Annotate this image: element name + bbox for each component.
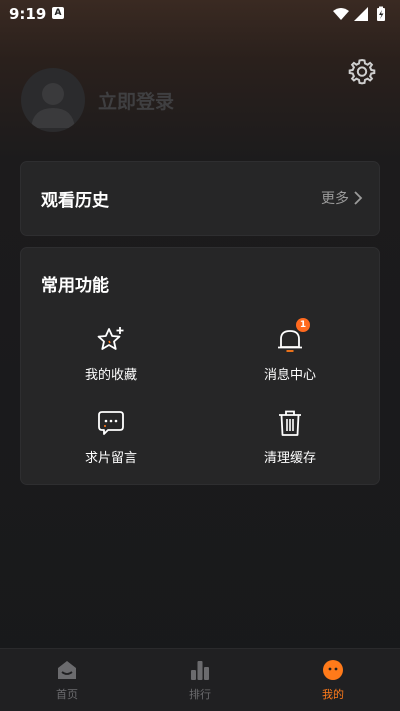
message-center-button[interactable]: 1 消息中心 — [230, 318, 350, 383]
bottom-nav: 首页 排行 我的 — [0, 648, 400, 711]
message-center-label: 消息中心 — [263, 368, 316, 383]
wifi-icon — [333, 8, 349, 20]
chat-bubble-icon — [95, 407, 127, 439]
profile-face-icon — [322, 659, 344, 681]
chevron-right-icon — [354, 191, 363, 205]
nav-home-label: 首页 — [56, 688, 78, 701]
nav-ranking-label: 排行 — [189, 688, 211, 701]
more-label: 更多 — [321, 191, 349, 207]
settings-gear-icon[interactable] — [348, 57, 376, 85]
star-plus-icon — [95, 324, 127, 356]
trash-icon — [274, 407, 306, 439]
login-link[interactable]: 立即登录 — [98, 87, 174, 114]
nav-home[interactable]: 首页 — [0, 659, 134, 702]
request-message-label: 求片留言 — [84, 451, 137, 466]
status-bar: 9:19 A — [0, 0, 400, 28]
battery-icon — [377, 6, 385, 21]
message-badge: 1 — [296, 318, 310, 332]
avatar[interactable] — [21, 68, 85, 132]
bar-chart-icon — [189, 659, 211, 681]
watch-history-card[interactable]: 观看历史 更多 — [20, 161, 380, 236]
nav-mine[interactable]: 我的 — [266, 659, 400, 702]
clear-cache-label: 清理缓存 — [263, 451, 316, 466]
nav-mine-label: 我的 — [322, 688, 344, 701]
favorites-button[interactable]: 我的收藏 — [51, 324, 171, 383]
status-time: 9:19 — [9, 5, 47, 23]
status-icons — [332, 6, 390, 22]
favorites-label: 我的收藏 — [84, 368, 137, 383]
user-silhouette-icon — [31, 83, 75, 128]
notification-icon: A — [52, 7, 64, 19]
common-functions-card: 常用功能 我的收藏 1 消息中心 求片留言 清理缓存 — [20, 247, 380, 485]
watch-history-title: 观看历史 — [41, 191, 109, 211]
home-icon — [56, 659, 78, 681]
more-link[interactable]: 更多 — [321, 188, 363, 208]
common-functions-title: 常用功能 — [41, 276, 109, 296]
signal-icon — [354, 7, 368, 21]
clear-cache-button[interactable]: 清理缓存 — [230, 407, 350, 466]
nav-ranking[interactable]: 排行 — [133, 659, 267, 702]
request-message-button[interactable]: 求片留言 — [51, 407, 171, 466]
bell-icon: 1 — [274, 318, 310, 356]
